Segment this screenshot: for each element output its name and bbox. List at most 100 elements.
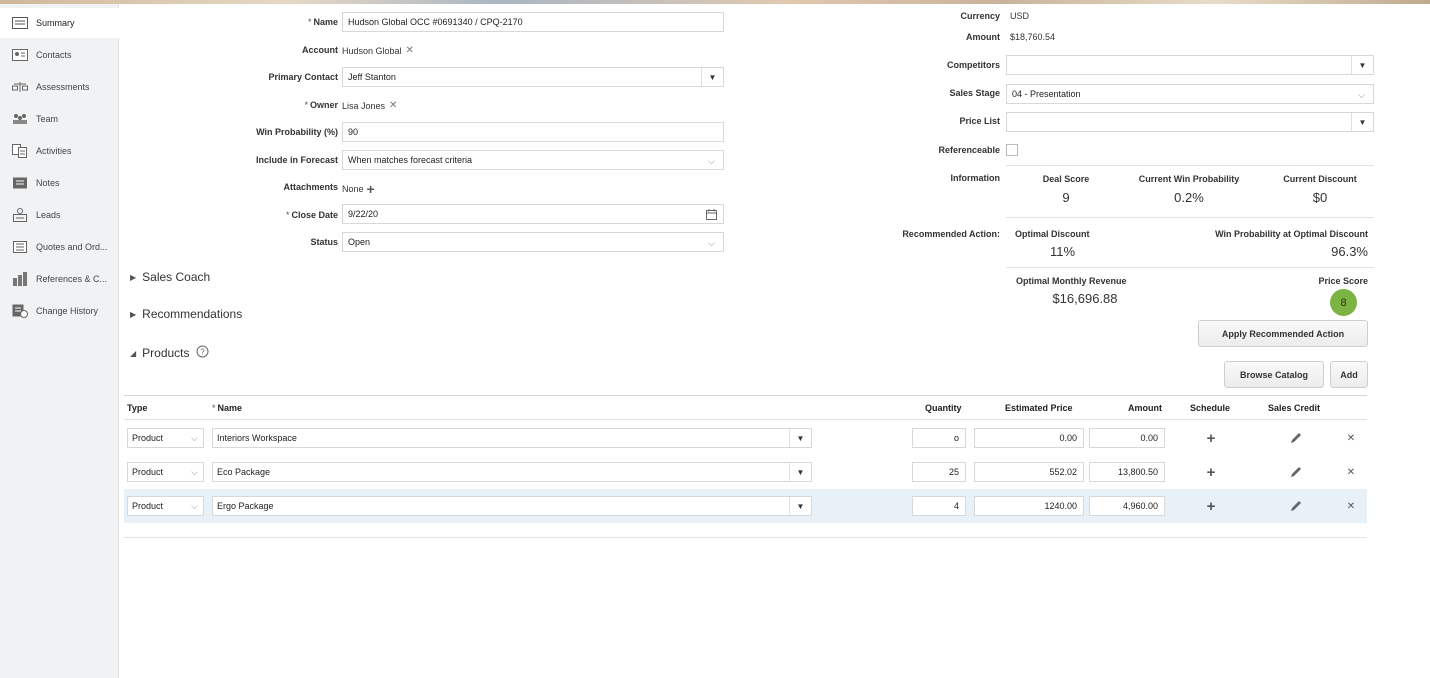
assessments-icon <box>11 80 29 94</box>
amount-field[interactable]: 4,960.00 <box>1089 496 1165 516</box>
owner-value: Lisa Jones ✕ <box>342 100 398 111</box>
divider <box>1006 165 1374 166</box>
primary-contact-label: Primary Contact <box>268 72 338 82</box>
currency-label: Currency <box>960 11 1000 21</box>
current-win-probability-label: Current Win Probability <box>1138 174 1240 184</box>
chevron-down-icon: ⌵ <box>191 433 198 443</box>
current-discount-value: $0 <box>1312 190 1328 205</box>
primary-contact-field[interactable]: Jeff Stanton ▼ <box>342 67 724 87</box>
close-date-label: * Close Date <box>285 210 338 220</box>
dropdown-arrow-icon[interactable]: ▼ <box>1351 56 1373 74</box>
quotes-icon <box>11 240 29 254</box>
amount-field[interactable]: 0.00 <box>1089 428 1165 448</box>
quantity-field[interactable]: 4 <box>912 496 966 516</box>
apply-recommended-action-button[interactable]: Apply Recommended Action <box>1198 320 1368 347</box>
dropdown-arrow-icon[interactable]: ▼ <box>1351 113 1373 131</box>
sidebar-item-label: References & C... <box>36 274 108 284</box>
divider <box>1006 267 1374 268</box>
top-banner-strip <box>0 0 1430 4</box>
browse-catalog-button[interactable]: Browse Catalog <box>1224 361 1324 388</box>
type-select[interactable]: Product ⌵ <box>127 462 204 482</box>
type-select[interactable]: Product ⌵ <box>127 496 204 516</box>
sidebar-item-leads[interactable]: Leads <box>0 200 119 230</box>
dropdown-arrow-icon[interactable]: ▼ <box>789 429 811 447</box>
close-date-field[interactable]: 9/22/20 <box>342 204 724 224</box>
expand-triangle-icon: ▶ <box>130 309 137 319</box>
product-name-field[interactable]: Ergo Package ▼ <box>212 496 812 516</box>
sales-coach-section[interactable]: ▶ Sales Coach <box>130 270 210 284</box>
win-probability-field[interactable]: 90 <box>342 122 724 142</box>
status-label: Status <box>310 237 338 247</box>
sidebar-item-activities[interactable]: Activities <box>0 136 119 166</box>
sales-stage-label: Sales Stage <box>949 88 1000 98</box>
sales-stage-select[interactable]: 04 - Presentation ⌵ <box>1006 84 1374 104</box>
calendar-icon[interactable] <box>706 209 717 222</box>
product-name-field[interactable]: Interiors Workspace ▼ <box>212 428 812 448</box>
table-row-selected[interactable]: Product ⌵ Ergo Package ▼ 4 1240.00 4,960.0… <box>124 489 1367 523</box>
deal-score-label: Deal Score <box>1042 174 1090 184</box>
price-list-label: Price List <box>959 116 1000 126</box>
dropdown-arrow-icon[interactable]: ▼ <box>789 497 811 515</box>
estimated-price-field[interactable]: 552.02 <box>974 462 1084 482</box>
notes-icon <box>11 176 29 190</box>
sidebar-item-contacts[interactable]: Contacts <box>0 40 119 70</box>
competitors-label: Competitors <box>946 60 1000 70</box>
sidebar-item-team[interactable]: Team <box>0 104 119 134</box>
add-schedule-icon[interactable]: + <box>1203 430 1219 447</box>
quantity-field[interactable]: o <box>912 428 966 448</box>
column-header-type: Type <box>127 403 148 413</box>
edit-pencil-icon[interactable] <box>1288 464 1304 480</box>
information-label: Information <box>950 173 1001 183</box>
amount-value: $18,760.54 <box>1010 32 1056 42</box>
edit-pencil-icon[interactable] <box>1288 430 1304 446</box>
optimal-monthly-revenue-value: $16,696.88 <box>1052 291 1118 306</box>
column-header-name: * Name <box>212 403 243 413</box>
sidebar-item-quotes-and-orders[interactable]: Quotes and Ord... <box>0 232 119 262</box>
sidebar-item-summary[interactable]: Summary <box>0 8 119 38</box>
column-header-estimated-price: Estimated Price <box>1005 403 1073 413</box>
product-name-field[interactable]: Eco Package ▼ <box>212 462 812 482</box>
add-schedule-icon[interactable]: + <box>1203 464 1219 481</box>
help-icon[interactable]: ? <box>196 345 209 361</box>
edit-pencil-icon[interactable] <box>1288 498 1304 514</box>
name-field[interactable]: Hudson Global OCC #0691340 / CPQ-2170 <box>342 12 724 32</box>
delete-row-icon[interactable]: ✕ <box>1343 498 1359 514</box>
delete-row-icon[interactable]: ✕ <box>1343 464 1359 480</box>
attachments-value: None + <box>342 181 375 197</box>
remove-owner-icon[interactable]: ✕ <box>389 100 397 111</box>
add-attachment-icon[interactable]: + <box>367 181 375 197</box>
add-product-button[interactable]: Add <box>1330 361 1368 388</box>
sidebar-item-change-history[interactable]: Change History <box>0 296 119 326</box>
referenceable-checkbox[interactable] <box>1006 144 1018 156</box>
optimal-discount-label: Optimal Discount <box>1015 229 1090 239</box>
delete-row-icon[interactable]: ✕ <box>1343 430 1359 446</box>
amount-field[interactable]: 13,800.50 <box>1089 462 1165 482</box>
activities-icon <box>11 144 29 158</box>
price-list-field[interactable]: ▼ <box>1006 112 1374 132</box>
account-value: Hudson Global ✕ <box>342 45 414 56</box>
table-row[interactable]: Product ⌵ Interiors Workspace ▼ o 0.00 0.0… <box>124 421 1367 455</box>
competitors-field[interactable]: ▼ <box>1006 55 1374 75</box>
sidebar-item-assessments[interactable]: Assessments <box>0 72 119 102</box>
referenceable-label: Referenceable <box>938 145 1000 155</box>
divider <box>1006 217 1374 218</box>
dropdown-arrow-icon[interactable]: ▼ <box>789 463 811 481</box>
sidebar-item-notes[interactable]: Notes <box>0 168 119 198</box>
dropdown-arrow-icon[interactable]: ▼ <box>701 68 723 86</box>
sidebar: Summary Contacts Assessments Team Activi… <box>0 4 119 678</box>
sidebar-item-label: Change History <box>36 306 99 316</box>
add-schedule-icon[interactable]: + <box>1203 498 1219 515</box>
quantity-field[interactable]: 25 <box>912 462 966 482</box>
type-select[interactable]: Product ⌵ <box>127 428 204 448</box>
products-section[interactable]: ◢ Products ? <box>130 345 209 361</box>
sidebar-item-references[interactable]: References & C... <box>0 264 119 294</box>
remove-account-icon[interactable]: ✕ <box>406 45 414 56</box>
table-row[interactable]: Product ⌵ Eco Package ▼ 25 552.02 13,800.5… <box>124 455 1367 489</box>
status-select[interactable]: Open ⌵ <box>342 232 724 252</box>
estimated-price-field[interactable]: 1240.00 <box>974 496 1084 516</box>
recommendations-section[interactable]: ▶ Recommendations <box>130 307 242 321</box>
estimated-price-field[interactable]: 0.00 <box>974 428 1084 448</box>
sidebar-item-label: Activities <box>36 146 72 156</box>
optimal-monthly-revenue-label: Optimal Monthly Revenue <box>1016 276 1127 286</box>
include-in-forecast-select[interactable]: When matches forecast criteria ⌵ <box>342 150 724 170</box>
